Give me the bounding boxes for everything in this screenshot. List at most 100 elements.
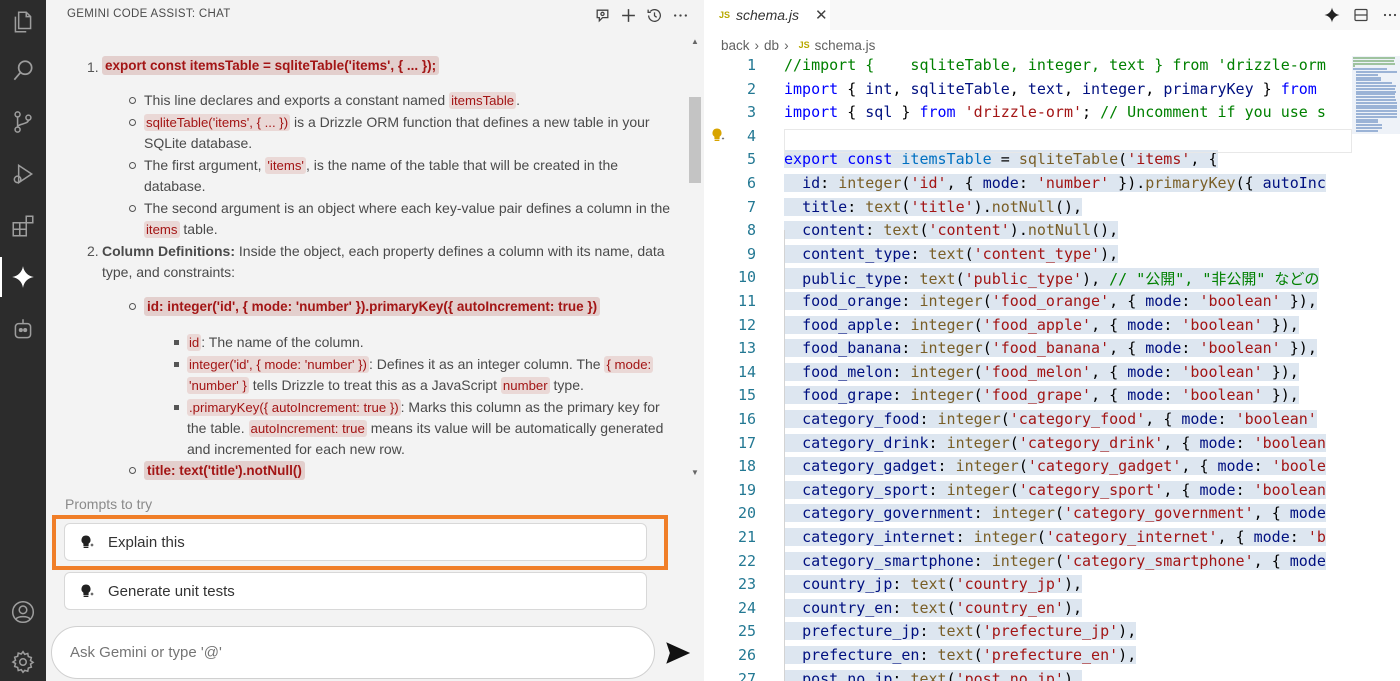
code-line[interactable]: 11 food_orange: integer('food_orange', {… [704, 292, 1352, 316]
chat-header: GEMINI CODE ASSIST: CHAT [46, 0, 704, 30]
code-line[interactable]: 6 id: integer('id', { mode: 'number' }).… [704, 174, 1352, 198]
chat-text: sqliteTable('items', { ... }) is a Drizz… [144, 114, 650, 131]
chat-text: database. [144, 178, 206, 194]
split-editor-icon[interactable] [1351, 5, 1371, 25]
code-line[interactable]: 9 content_type: text('content_type'), [704, 244, 1352, 269]
gemini-sparkle-icon[interactable] [7, 261, 39, 293]
code-line[interactable]: 16 category_food: integer('category_food… [704, 410, 1352, 434]
code-text: public_type: text('public_type'), // "公開… [784, 268, 1320, 290]
account-icon[interactable] [7, 596, 39, 628]
code-area[interactable]: 1 //import { sqliteTable, integer, text }… [704, 56, 1352, 681]
chat-text: .primaryKey({ autoIncrement: true }): Ma… [187, 399, 660, 416]
line-number: 12 [737, 315, 756, 334]
breadcrumb-item[interactable]: schema.js [815, 38, 876, 53]
line-number: 5 [746, 150, 756, 169]
code-text: country_jp: text('country_jp'), [784, 575, 1083, 594]
bullet [129, 162, 136, 169]
minimap-line [1353, 62, 1395, 65]
settings-gear-icon[interactable] [7, 646, 39, 678]
explorer-icon[interactable] [7, 6, 39, 38]
code-line[interactable]: 12 food_apple: integer('food_apple', { m… [704, 315, 1352, 340]
line-number: 20 [737, 504, 756, 523]
run-debug-icon[interactable] [7, 158, 39, 190]
chat-input-placeholder: Ask Gemini or type '@' [70, 644, 222, 661]
breadcrumb: back › db › JS schema.js [721, 36, 880, 54]
scroll-down-arrow[interactable]: ▼ [689, 468, 701, 478]
breadcrumb-item[interactable]: db [764, 38, 779, 53]
more-actions-icon[interactable] [1380, 5, 1400, 25]
chat-text: items table. [144, 221, 218, 238]
minimap-line [1356, 99, 1396, 101]
code-line[interactable]: 18 category_gadget: integer('category_ga… [704, 457, 1352, 481]
code-line[interactable]: 21 category_internet: integer('category_… [704, 528, 1352, 552]
chat-history-icon[interactable] [592, 5, 612, 25]
extensions-icon[interactable] [7, 210, 39, 242]
code-line[interactable]: 10 public_type: text('public_type'), // … [704, 268, 1352, 292]
chat-text: The second argument is an object where e… [144, 200, 671, 216]
lightbulb-icon[interactable] [710, 127, 726, 143]
bullet [129, 119, 136, 126]
code-line[interactable]: 15 food_grape: integer('food_grape', { m… [704, 386, 1352, 410]
code-text: category_gadget: integer('category_gadge… [784, 457, 1326, 476]
line-number: 11 [737, 292, 756, 310]
line-number: 13 [737, 339, 756, 358]
line-number: 2 [746, 79, 756, 98]
code-line[interactable]: 27 post_no_jp: text('post_no_jp'), [704, 669, 1352, 681]
new-chat-plus-icon[interactable] [618, 5, 638, 25]
chat-text: the table. autoIncrement: true means its… [187, 420, 664, 437]
code-line[interactable]: 3 import { sql } from 'drizzle-orm'; // U… [704, 103, 1352, 127]
code-line[interactable]: 2 import { int, sqliteTable, text, intege… [704, 80, 1352, 104]
source-control-icon[interactable] [7, 106, 39, 138]
code-text: category_smartphone: integer('category_s… [784, 551, 1326, 570]
code-line[interactable]: 8 content: text('content').notNull(), [704, 221, 1352, 245]
robot-icon[interactable] [7, 313, 39, 345]
line-number: 25 [737, 622, 756, 641]
code-text: post_no_jp: text('post_no_jp'), [784, 669, 1083, 681]
code-line[interactable]: 22 category_smartphone: integer('categor… [704, 551, 1352, 576]
code-line[interactable]: 20 category_government: integer('categor… [704, 504, 1352, 528]
code-text: content: text('content').notNull(), [784, 221, 1119, 240]
bullet [129, 467, 136, 474]
minimap-line [1356, 82, 1393, 85]
scroll-up-arrow[interactable]: ▲ [689, 37, 701, 47]
code-line[interactable]: 26 prefecture_en: text('prefecture_en'), [704, 646, 1352, 670]
minimap-line [1353, 65, 1355, 68]
send-icon[interactable] [664, 640, 692, 666]
code-text: category_government: integer('category_g… [784, 504, 1326, 523]
code-text: country_en: text('country_en'), [784, 598, 1083, 617]
minimap[interactable] [1352, 56, 1400, 134]
more-actions-icon[interactable] [670, 5, 690, 25]
code-line[interactable]: 25 prefecture_jp: text('prefecture_jp'), [704, 622, 1352, 646]
chat-scrollbar-thumb[interactable] [689, 97, 701, 183]
code-line[interactable]: 17 category_drink: integer('category_dri… [704, 433, 1352, 458]
code-line[interactable]: 23 country_jp: text('country_jp'), [704, 575, 1352, 599]
code-line[interactable]: 13 food_banana: integer('food_banana', {… [704, 339, 1352, 363]
line-number: 7 [746, 197, 756, 216]
close-icon[interactable]: ✕ [815, 6, 828, 24]
code-line[interactable]: 5 export const itemsTable = sqliteTable('… [704, 150, 1352, 174]
bullet [174, 340, 179, 345]
code-text: export const itemsTable = sqliteTable('i… [784, 150, 1218, 169]
tab-schema-js[interactable]: JS schema.js ✕ [704, 0, 830, 30]
sparkle-bulb-icon [76, 580, 98, 602]
breadcrumb-separator: › [784, 37, 789, 53]
gemini-sparkle-icon[interactable] [1322, 5, 1342, 25]
breadcrumb-item[interactable]: back [721, 38, 750, 53]
history-clock-icon[interactable] [644, 5, 664, 25]
minimap-line [1356, 118, 1378, 121]
search-icon[interactable] [7, 55, 39, 87]
code-line[interactable]: 7 title: text('title').notNull(), [704, 197, 1352, 222]
code-line[interactable]: 24 country_en: text('country_en'), [704, 598, 1352, 623]
minimap-line [1353, 59, 1395, 62]
minimap-line [1356, 129, 1378, 132]
chat-input[interactable]: Ask Gemini or type '@' [51, 626, 655, 679]
minimap-line [1356, 113, 1397, 115]
line-number: 15 [737, 386, 756, 405]
code-line[interactable]: 14 food_melon: integer('food_melon', { m… [704, 362, 1352, 387]
code-line[interactable]: 1 //import { sqliteTable, integer, text }… [704, 56, 1352, 80]
inline-code: export const itemsTable = sqliteTable('i… [102, 56, 440, 75]
chat-text: integer('id', { mode: 'number' }): Defin… [187, 356, 654, 373]
minimap-line [1356, 96, 1395, 99]
code-line[interactable]: 19 category_sport: integer('category_spo… [704, 480, 1352, 505]
prompt-generate-unit-tests-button[interactable]: Generate unit tests [64, 572, 647, 610]
